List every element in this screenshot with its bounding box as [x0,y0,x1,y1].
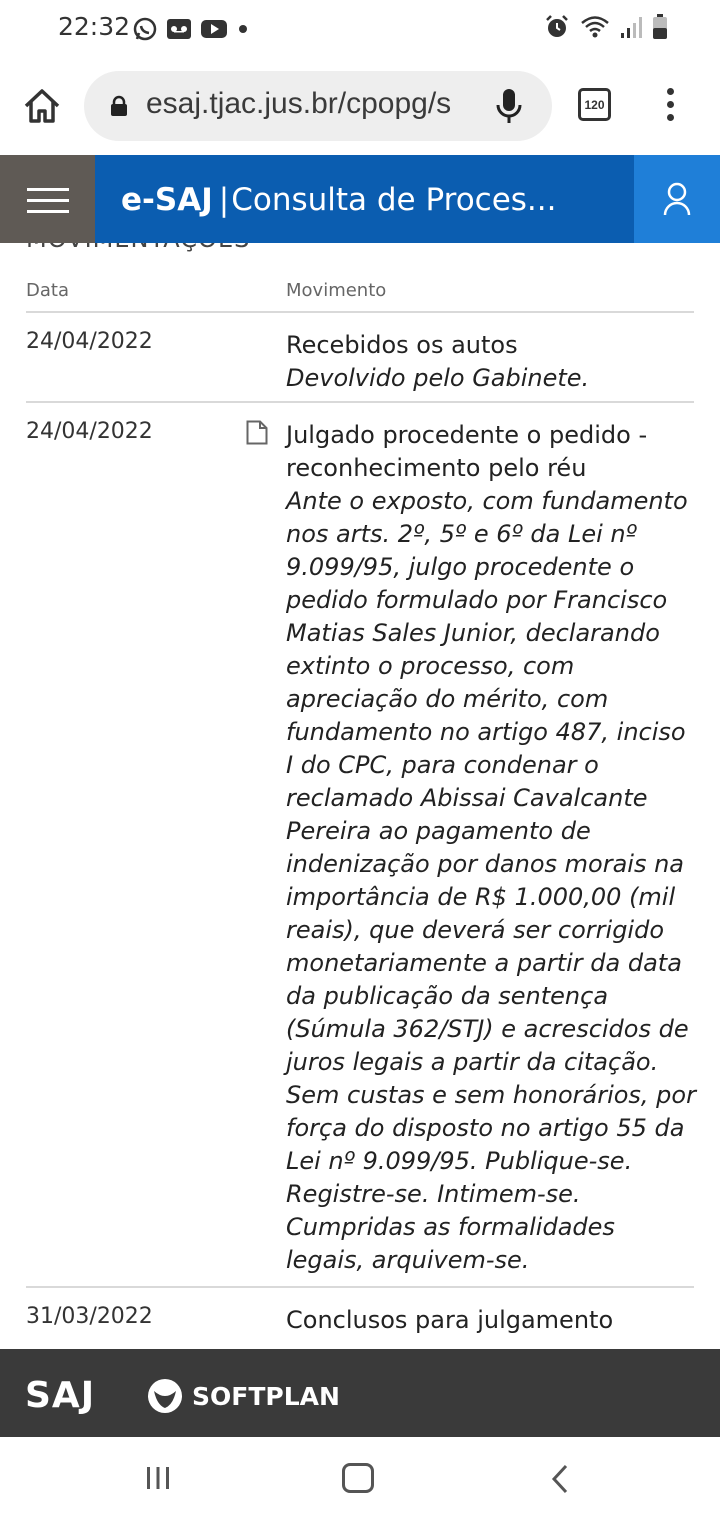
document-icon[interactable] [246,420,268,445]
back-icon[interactable] [551,1464,569,1494]
signal-icon [621,17,642,38]
page-subtitle: Consulta de Proces... [231,182,557,218]
youtube-icon [201,20,227,38]
movements-section: MOVIMENTAÇÕES Data Movimento 24/04/2022 … [0,243,720,1349]
app-title: e-SAJ |Consulta de Proces... [121,182,557,218]
home-icon[interactable] [22,86,62,126]
divider [26,311,694,313]
column-header-movement: Movimento [286,280,387,301]
status-notification-icons [132,16,250,42]
app-header: e-SAJ |Consulta de Proces... [0,155,720,243]
wifi-icon [581,16,609,38]
tab-switcher-button[interactable]: 120 [578,88,611,121]
movement-title: Julgado procedente o pedido - reconhecim… [286,421,648,482]
status-bar: 22:32 [0,0,720,58]
address-bar[interactable]: esaj.tjac.jus.br/cpopg/s [84,71,552,141]
voicemail-icon [167,19,191,39]
title-separator: | [218,182,230,218]
status-system-icons [544,14,668,40]
site-footer: SAJ SOFTPLAN [0,1349,720,1437]
brand-name: e-SAJ [121,182,213,218]
system-navigation-bar [0,1437,720,1520]
home-nav-icon[interactable] [342,1463,374,1493]
whatsapp-icon [133,17,157,41]
alarm-icon [546,15,568,37]
browser-toolbar: esaj.tjac.jus.br/cpopg/s 120 [0,58,720,155]
movement-title: Conclusos para julgamento [286,1306,614,1334]
microphone-icon[interactable] [494,87,524,127]
status-time: 22:32 [58,12,131,41]
hamburger-menu-icon[interactable] [0,155,95,243]
divider [26,401,694,403]
lock-icon [111,95,127,116]
softplan-text: SOFTPLAN [192,1381,340,1411]
user-account-button[interactable] [634,155,720,243]
saj-logo: SAJ [25,1375,96,1416]
tab-count: 120 [584,97,605,112]
recent-apps-icon[interactable] [145,1465,171,1491]
divider [26,1286,694,1288]
column-header-date: Data [26,280,69,301]
user-icon [663,182,691,216]
softplan-logo: SOFTPLAN [146,1377,340,1415]
dot-icon [239,25,247,33]
url-text[interactable]: esaj.tjac.jus.br/cpopg/s [146,87,486,121]
movement-date: 24/04/2022 [26,329,153,354]
movement-title: Recebidos os autos [286,331,518,359]
softplan-emblem-icon [148,1379,182,1413]
battery-icon [653,14,667,39]
movement-description: Ante o exposto, com fundamento nos arts.… [286,487,696,1274]
section-title: MOVIMENTAÇÕES [26,243,250,253]
movement-date: 31/03/2022 [26,1304,153,1329]
movement-date: 24/04/2022 [26,419,153,444]
more-options-icon[interactable] [660,88,680,124]
movement-description: Devolvido pelo Gabinete. [286,364,590,392]
